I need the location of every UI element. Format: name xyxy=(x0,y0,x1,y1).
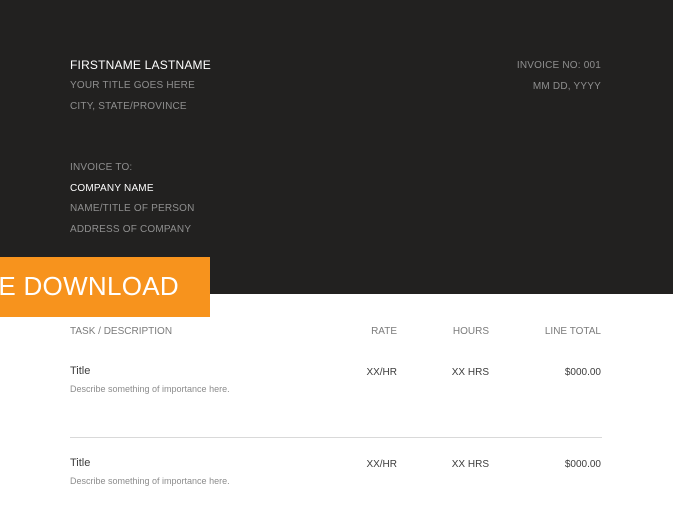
row-description: Describe something of importance here. xyxy=(70,476,230,486)
download-banner[interactable]: EE DOWNLOAD xyxy=(0,257,210,317)
recipient-address: ADDRESS OF COMPANY xyxy=(70,224,192,235)
row-description: Describe something of importance here. xyxy=(70,384,230,394)
invoice-number: INVOICE NO: 001 xyxy=(516,60,601,71)
row-title: Title xyxy=(70,365,91,377)
column-header-task: TASK / DESCRIPTION xyxy=(70,326,173,337)
sender-location: CITY, STATE/PROVINCE xyxy=(70,101,187,112)
column-header-hours: HOURS xyxy=(452,326,489,337)
row-rate: XX/HR xyxy=(366,367,397,378)
sender-name: FIRSTNAME LASTNAME xyxy=(70,58,211,72)
recipient-person: NAME/TITLE OF PERSON xyxy=(70,203,195,214)
row-rate: XX/HR xyxy=(366,459,397,470)
row-total: $000.00 xyxy=(564,367,601,378)
invoice-header: FIRSTNAME LASTNAME YOUR TITLE GOES HERE … xyxy=(0,0,673,294)
row-total: $000.00 xyxy=(564,459,601,470)
row-title: Title xyxy=(70,457,91,469)
column-header-rate: RATE xyxy=(371,326,397,337)
invoice-to-label: INVOICE TO: xyxy=(70,162,133,173)
download-banner-label: EE DOWNLOAD xyxy=(0,271,179,301)
row-divider xyxy=(70,437,602,438)
row-hours: XX HRS xyxy=(451,459,489,470)
row-hours: XX HRS xyxy=(451,367,489,378)
sender-title: YOUR TITLE GOES HERE xyxy=(70,80,195,91)
recipient-company: COMPANY NAME xyxy=(70,183,154,194)
column-header-total: LINE TOTAL xyxy=(544,326,601,337)
invoice-date: MM DD, YYYY xyxy=(532,81,601,92)
